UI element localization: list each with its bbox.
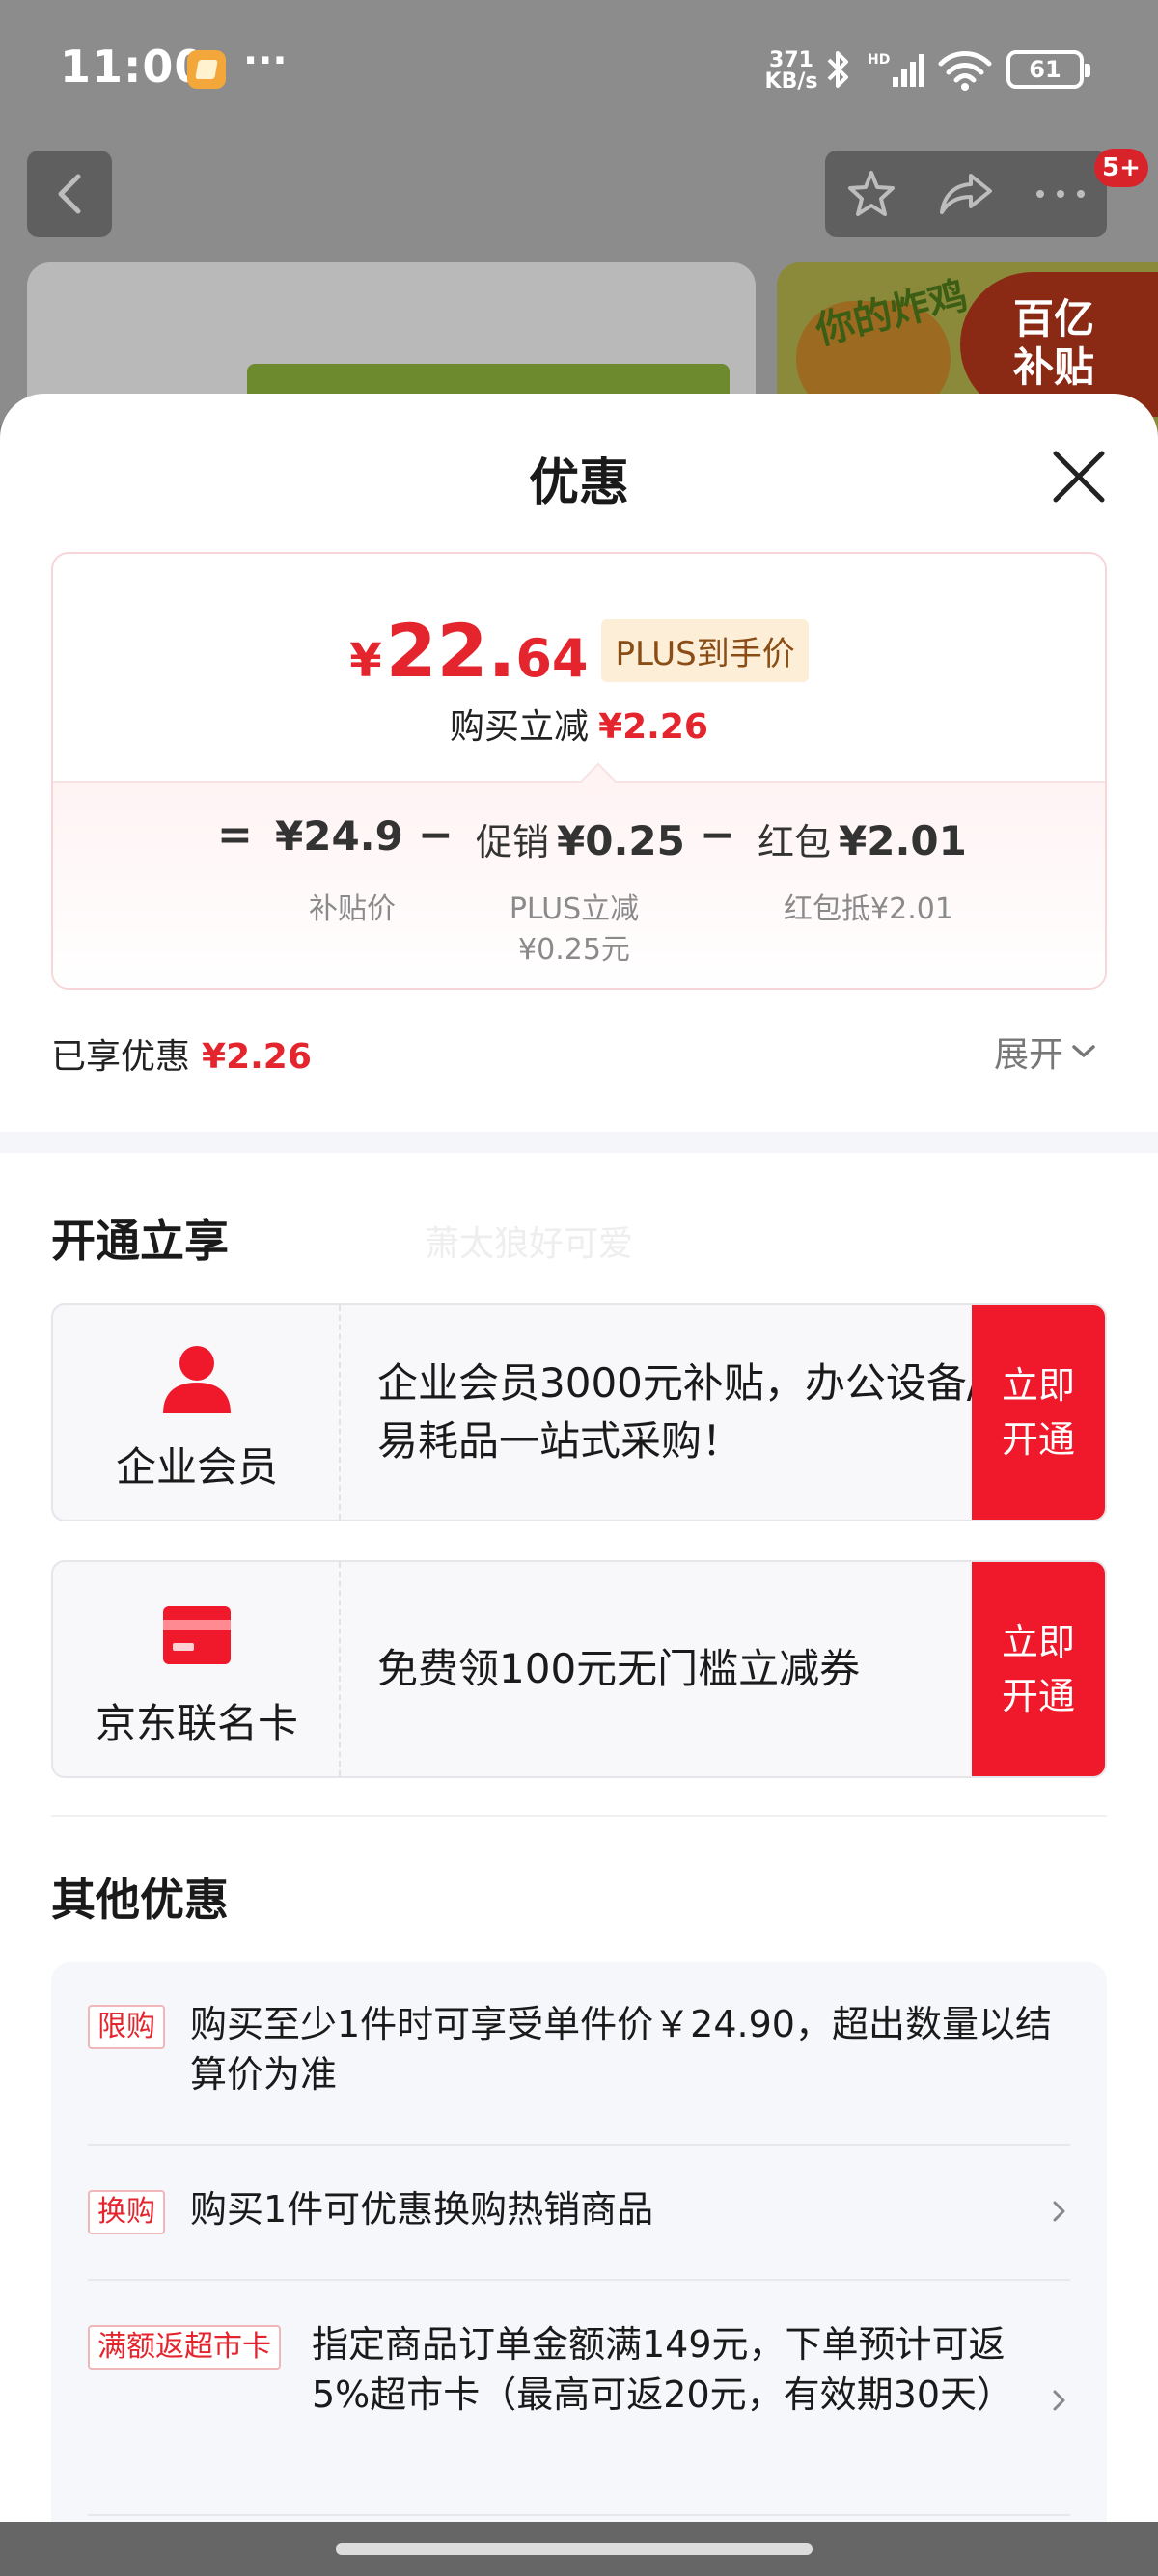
subsidy-line-1: 百亿 [1013,295,1095,343]
price-breakdown: = ¥24.9 − 促销 ¥0.25 − 红包 ¥2.01 补贴价 PLUS立减 ¥… [53,781,1105,988]
redpack-label: 红包抵¥2.01 [784,892,953,926]
network-speed: 371 KB/s [762,50,820,93]
member-card-jd-cobrand: 京东联名卡 免费领100元无门槛立减券 立即开通 [51,1560,1107,1778]
sheet-title: 优惠 [528,454,629,512]
promo-label-line-1: PLUS立减 [509,892,640,926]
chevron-down-icon [1072,1045,1095,1057]
promo-label: PLUS立减 ¥0.25元 [478,890,671,971]
member-name: 企业会员 [115,1443,278,1491]
activate-button[interactable]: 立即开通 [972,1305,1105,1520]
enjoyed-label: 已享优惠 [51,1037,191,1077]
promo-amount: ¥0.25 [557,817,685,864]
back-button[interactable] [27,151,112,237]
offer-text: 购买至少1件时可享受单件价￥24.90，超出数量以结算价为准 [190,2003,1052,2096]
offer-row-exchange[interactable]: 换购 购买1件可优惠换购热销商品 [88,2146,1070,2281]
minus-sign-2: − [700,810,735,860]
card-icon [163,1606,231,1664]
signal-icon: HD [868,52,924,87]
chevron-right-icon [1053,2201,1065,2222]
final-price: ¥ 22. 64 [349,608,588,694]
notes-app-icon [187,50,226,89]
section-divider [0,1132,1158,1153]
price-summary: ¥ 22. 64 PLUS到手价 购买立减 ¥2.26 [53,554,1105,781]
status-more-dots: ··· [243,39,288,83]
svg-text:HD: HD [868,52,890,68]
home-indicator[interactable] [336,2543,813,2555]
other-section-title: 其他优惠 [51,1874,229,1926]
activate-button[interactable]: 立即开通 [972,1562,1105,1776]
promo-label-line-2: ¥0.25元 [518,933,630,967]
network-speed-value: 371 [769,48,813,72]
star-icon[interactable] [845,168,897,220]
member-description: 企业会员3000元补贴，办公设备/易耗品一站式采购！ [377,1359,981,1465]
offer-tag: 换购 [88,2190,165,2234]
base-price-label: 补贴价 [309,892,396,926]
status-icons: HD 61 [825,46,1090,93]
base-price-amount: ¥24.9 [275,812,403,860]
wifi-icon [938,51,992,91]
subsidy-line-2: 补贴 [1013,343,1095,391]
redpack-amount-group: 红包 ¥2.01 [758,812,967,865]
final-price-row: ¥ 22. 64 PLUS到手价 [53,608,1105,694]
currency-symbol: ¥ [349,634,382,688]
plus-price-tag: PLUS到手价 [601,619,809,682]
notification-badge: 5+ [1094,149,1148,187]
share-icon[interactable] [938,170,994,218]
member-description: 免费领100元无门槛立减券 [377,1645,861,1692]
watermark: 萧太狼好可爱 [425,1224,634,1264]
chevron-right-icon [1053,2390,1065,2411]
enjoyed-amount: ¥2.26 [202,1037,312,1077]
battery-indicator: 61 [1006,50,1090,89]
minus-sign-1: − [418,810,454,860]
network-speed-unit: KB/s [764,69,818,94]
instant-discount-line: 购买立减 ¥2.26 [53,699,1105,749]
enjoyed-discount: 已享优惠 ¥2.26 [51,1028,312,1079]
offer-text: 购买1件可优惠换购热销商品 [190,2188,654,2231]
member-card-enterprise: 企业会员 企业会员3000元补贴，办公设备/易耗品一站式采购！ 立即开通 [51,1303,1107,1521]
redpack-prefix: 红包 [758,821,832,863]
discount-sheet: 优惠 ¥ 22. 64 PLUS到手价 购买立减 ¥2.26 = ¥24.9 −… [0,394,1158,2576]
status-bar: 11:00 ··· 371 KB/s HD 61 [0,0,1158,135]
expand-label: 展开 [994,1035,1064,1075]
instant-discount-label: 购买立减 [450,707,590,747]
member-identity: 京东联名卡 [53,1562,341,1776]
promo-amount-group: 促销 ¥0.25 [476,812,685,865]
instant-discount-amount: ¥2.26 [598,707,708,747]
thin-divider [51,1815,1107,1817]
open-section-title: 开通立享 [51,1215,229,1267]
person-icon [163,1346,231,1413]
bluetooth-icon [827,51,848,88]
redpack-amount: ¥2.01 [839,817,967,864]
member-name: 京东联名卡 [95,1700,298,1747]
equals-sign: = [217,810,253,860]
offer-row-limit: 限购 购买至少1件时可享受单件价￥24.90，超出数量以结算价为准 [88,2003,1070,2146]
offer-tag: 满额返超市卡 [88,2325,281,2370]
other-offers-list: 限购 购买至少1件时可享受单件价￥24.90，超出数量以结算价为准 换购 购买1… [51,1962,1107,2576]
price-formula: = ¥24.9 − 促销 ¥0.25 − 红包 ¥2.01 补贴价 PLUS立减 ¥… [53,783,1105,988]
expand-button[interactable]: 展开 [994,1027,1096,1077]
top-action-group [825,151,1107,237]
member-identity: 企业会员 [53,1305,341,1520]
chevron-left-icon [58,174,81,214]
screen: 你的炸鸡 百亿 补贴 5+ 11:00 ··· 371 KB/s HD 61 优… [0,0,1158,2576]
offer-tag: 限购 [88,2005,165,2049]
price-card: ¥ 22. 64 PLUS到手价 购买立减 ¥2.26 = ¥24.9 − 促销 ¥… [51,552,1107,990]
status-time: 11:00 [60,41,207,93]
close-icon[interactable] [1050,448,1108,506]
more-icon[interactable] [1034,188,1087,200]
price-integer: 22. [385,608,516,694]
promo-prefix: 促销 [476,821,550,863]
offer-text: 指定商品订单金额满149元，下单预计可返5%超市卡（最高可返20元，有效期30天… [312,2323,1013,2416]
price-decimal: 64 [515,628,589,689]
offer-row-cashback[interactable]: 满额返超市卡 指定商品订单金额满149元，下单预计可返5%超市卡（最高可返20元… [88,2281,1070,2516]
